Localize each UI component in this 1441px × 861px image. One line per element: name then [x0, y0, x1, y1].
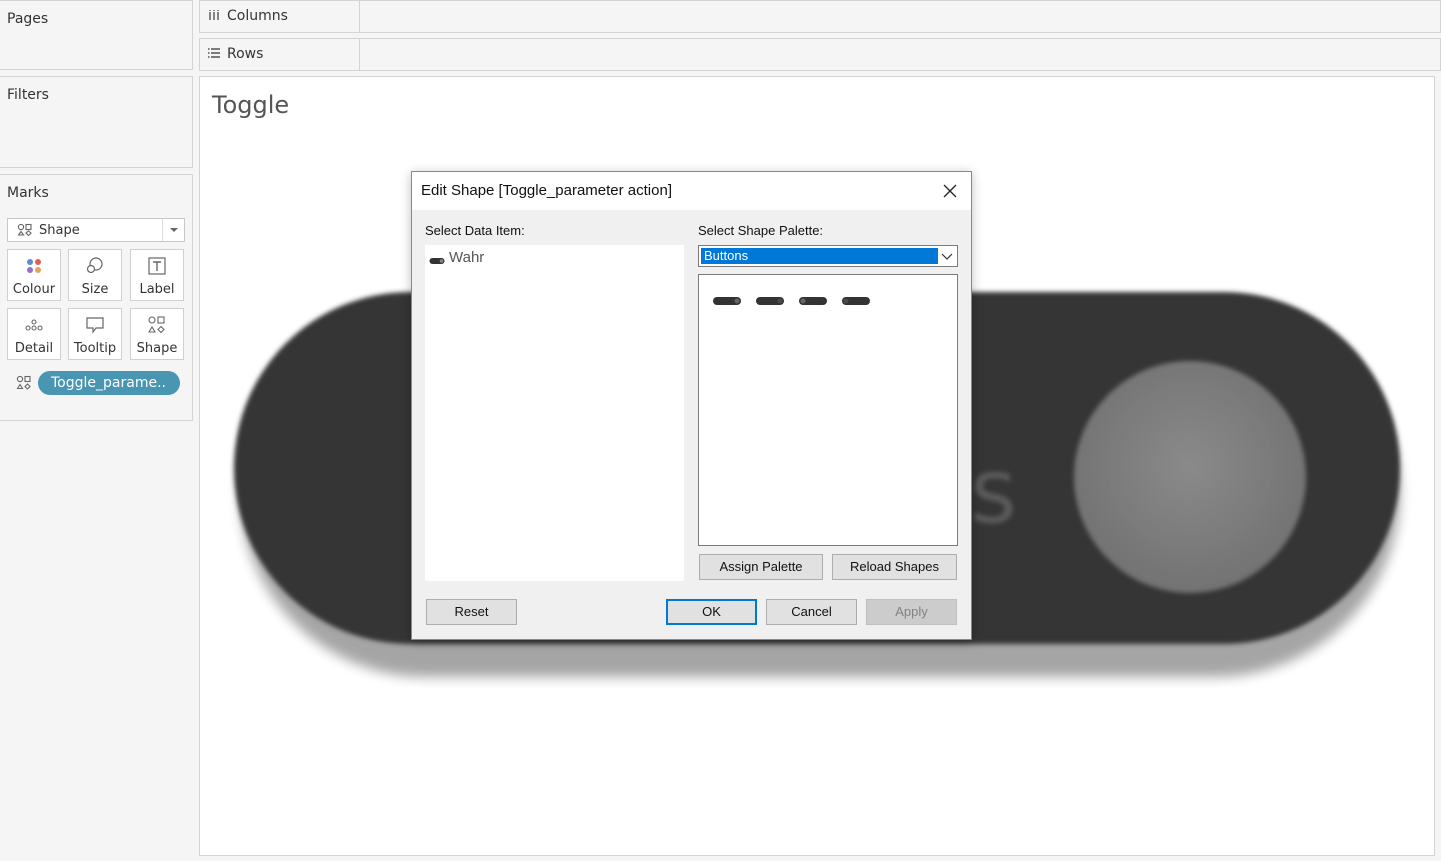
filters-pane[interactable]: Filters [0, 76, 193, 168]
palette-selected-value: Buttons [701, 248, 938, 264]
shape-icon [131, 315, 183, 335]
cancel-button[interactable]: Cancel [766, 599, 857, 625]
detail-button[interactable]: Detail [7, 308, 61, 360]
size-button[interactable]: Size [68, 249, 122, 301]
size-icon [69, 256, 121, 276]
pages-title: Pages [7, 11, 49, 27]
label-label: Label [139, 282, 175, 297]
dialog-titlebar[interactable]: Edit Shape [Toggle_parameter action] [412, 172, 971, 210]
select-shape-palette-label: Select Shape Palette: [698, 223, 824, 238]
columns-label: Columns [227, 8, 288, 24]
shape-palette-select[interactable]: Buttons [698, 245, 958, 267]
data-item-label: Wahr [449, 249, 485, 266]
mark-type-dropdown[interactable]: Shape [7, 218, 185, 242]
shape-icon [17, 223, 33, 241]
filters-title: Filters [7, 87, 49, 103]
edit-shape-dialog: Edit Shape [Toggle_parameter action] Sel… [411, 171, 972, 640]
data-item-list[interactable]: Wahr [425, 245, 684, 581]
reload-shapes-button[interactable]: Reload Shapes [832, 554, 957, 580]
colour-button[interactable]: Colour [7, 249, 61, 301]
dialog-title: Edit Shape [Toggle_parameter action] [421, 182, 672, 199]
toggle-button-shape-1[interactable] [712, 294, 742, 308]
shape-palette-grid[interactable] [698, 274, 958, 546]
tooltip-icon [69, 315, 121, 335]
mark-type-label: Shape [39, 223, 80, 238]
select-data-item-label: Select Data Item: [425, 223, 525, 238]
toggle-button-shape-2[interactable] [755, 294, 785, 308]
columns-icon [208, 9, 220, 24]
tooltip-button[interactable]: Tooltip [68, 308, 122, 360]
sheet-title: Toggle [212, 91, 290, 119]
marks-title: Marks [7, 185, 49, 201]
shape-label: Shape [136, 341, 178, 356]
rows-shelf-label: Rows [200, 39, 360, 70]
chevron-down-icon[interactable] [162, 219, 184, 241]
assign-palette-button[interactable]: Assign Palette [699, 554, 823, 580]
svg-text:s: s [970, 439, 1017, 544]
marks-pane: Marks Shape Colour Size Label Detail Too… [0, 174, 193, 421]
toggle-button-shape-4[interactable] [841, 294, 871, 308]
columns-shelf[interactable]: Columns [199, 0, 1441, 33]
size-label: Size [81, 282, 109, 297]
rows-shelf[interactable]: Rows [199, 38, 1441, 71]
close-icon[interactable] [937, 178, 963, 204]
label-button[interactable]: Label [130, 249, 184, 301]
reset-button[interactable]: Reset [426, 599, 517, 625]
detail-label: Detail [14, 341, 54, 356]
toggle-button-shape-3[interactable] [798, 294, 828, 308]
shape-button[interactable]: Shape [130, 308, 184, 360]
rows-label: Rows [227, 46, 264, 62]
detail-dots-icon [8, 315, 60, 335]
label-t-icon [131, 256, 183, 276]
colour-label: Colour [12, 282, 56, 297]
columns-shelf-label: Columns [200, 1, 360, 32]
toggle-shape-icon [429, 252, 445, 270]
pages-pane[interactable]: Pages [0, 0, 193, 70]
toggle-parameter-pill[interactable]: Toggle_parame.. [38, 371, 180, 395]
colour-dots-icon [8, 256, 60, 276]
rows-icon [208, 47, 220, 62]
ok-button[interactable]: OK [666, 599, 757, 625]
shape-icon [16, 375, 32, 395]
chevron-down-icon[interactable] [939, 248, 955, 264]
tooltip-label: Tooltip [73, 341, 117, 356]
apply-button[interactable]: Apply [866, 599, 957, 625]
